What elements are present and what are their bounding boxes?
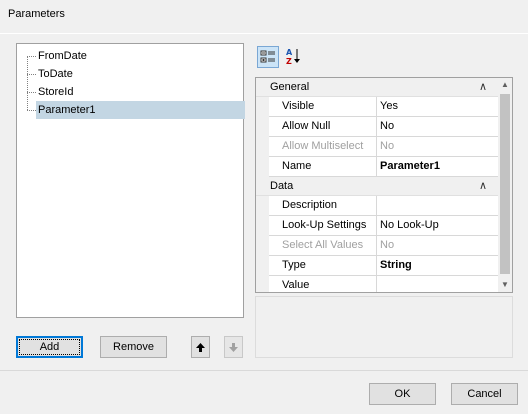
property-row-visible[interactable]: Visible Yes xyxy=(256,97,499,117)
property-description-panel xyxy=(255,296,513,358)
remove-button[interactable]: Remove xyxy=(100,336,167,358)
scroll-thumb[interactable] xyxy=(500,94,510,274)
remove-button-label: Remove xyxy=(113,341,154,353)
svg-text:A: A xyxy=(286,48,293,57)
move-down-button[interactable] xyxy=(224,336,243,358)
property-row-allow-multiselect: Allow Multiselect No xyxy=(256,137,499,157)
property-name: Type xyxy=(282,259,306,271)
move-up-button[interactable] xyxy=(191,336,210,358)
property-value[interactable]: No xyxy=(380,117,394,136)
property-grid[interactable]: General ∧ Visible Yes Allow Null No Allo… xyxy=(255,77,513,293)
title-divider xyxy=(0,33,528,34)
property-row-select-all-values: Select All Values No xyxy=(256,236,499,256)
property-value[interactable]: Yes xyxy=(380,97,398,116)
cancel-button[interactable]: Cancel xyxy=(451,383,518,405)
scroll-down-icon[interactable]: ▼ xyxy=(498,278,512,292)
tree-item-label: StoreId xyxy=(38,86,74,98)
property-row-type[interactable]: Type String xyxy=(256,256,499,276)
parameter-tree[interactable]: FromDate ToDate StoreId Parameter1 xyxy=(16,43,245,318)
property-row-value[interactable]: Value xyxy=(256,276,499,292)
property-value[interactable]: String xyxy=(380,256,412,275)
property-row-lookup-settings[interactable]: Look-Up Settings No Look-Up xyxy=(256,216,499,236)
scroll-up-icon[interactable]: ▲ xyxy=(498,78,512,92)
dialog-title: Parameters xyxy=(8,8,65,20)
property-name: Allow Null xyxy=(282,120,331,132)
property-name: Visible xyxy=(282,100,315,112)
property-name: Look-Up Settings xyxy=(282,219,367,231)
categorized-view-button[interactable] xyxy=(257,46,279,68)
property-value[interactable]: Parameter1 xyxy=(380,157,440,176)
property-row-allow-null[interactable]: Allow Null No xyxy=(256,117,499,137)
tree-item-label: Parameter1 xyxy=(36,101,245,119)
collapse-chevron-icon[interactable]: ∧ xyxy=(479,78,487,97)
sort-az-icon: A Z xyxy=(286,48,300,66)
tree-item-parameter1[interactable]: Parameter1 xyxy=(17,101,245,119)
cancel-button-label: Cancel xyxy=(467,388,502,400)
categorized-icon xyxy=(260,50,275,63)
property-name: Select All Values xyxy=(282,239,364,251)
panel-splitter[interactable] xyxy=(248,43,250,359)
add-button[interactable]: Add xyxy=(16,336,83,358)
property-name: Name xyxy=(282,160,312,172)
category-label: Data xyxy=(270,180,294,192)
property-value: No xyxy=(380,140,395,152)
footer-divider xyxy=(0,370,528,371)
property-value[interactable]: No Look-Up xyxy=(380,216,439,235)
property-grid-toolbar: A Z xyxy=(255,45,513,71)
category-label: General xyxy=(270,81,310,93)
tree-item-label: ToDate xyxy=(38,68,73,80)
collapse-chevron-icon[interactable]: ∧ xyxy=(479,177,487,196)
arrow-down-icon xyxy=(229,343,238,352)
property-grid-rows: General ∧ Visible Yes Allow Null No Allo… xyxy=(256,78,499,292)
ok-button-label: OK xyxy=(394,388,411,400)
property-name: Description xyxy=(282,199,338,211)
arrow-up-icon xyxy=(196,343,205,352)
property-name: Value xyxy=(282,279,310,291)
property-name: Allow Multiselect xyxy=(282,140,364,152)
alphabetical-sort-button[interactable]: A Z xyxy=(283,46,305,68)
ok-button[interactable]: OK xyxy=(369,383,436,405)
property-row-description[interactable]: Description xyxy=(256,196,499,216)
vertical-scrollbar[interactable]: ▲ ▼ xyxy=(498,78,512,292)
svg-text:Z: Z xyxy=(286,57,292,66)
category-data[interactable]: Data ∧ xyxy=(256,177,499,196)
property-value: No xyxy=(380,239,395,251)
property-row-name[interactable]: Name Parameter1 xyxy=(256,157,499,177)
tree-item-label: FromDate xyxy=(38,50,87,62)
category-general[interactable]: General ∧ xyxy=(256,78,499,97)
